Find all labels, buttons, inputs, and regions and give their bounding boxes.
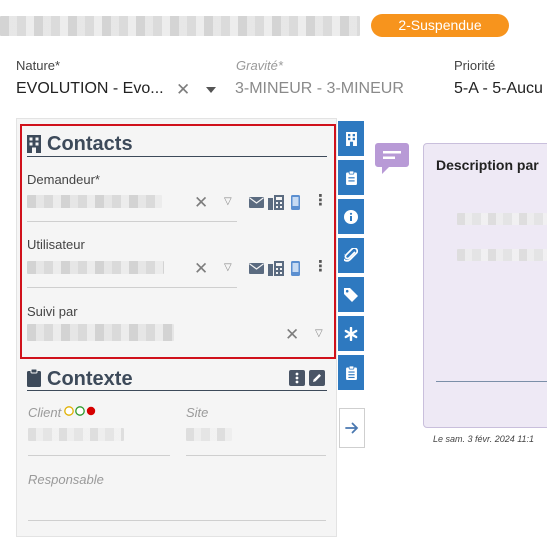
description-timestamp: Le sam. 3 févr. 2024 11:1 (433, 434, 535, 444)
responsable-label: Responsable (28, 472, 104, 487)
expand-panel-button[interactable] (339, 408, 365, 448)
info-icon (344, 209, 358, 224)
client-label: Client (28, 405, 62, 420)
responsable-underline (28, 520, 326, 521)
nature-caret-icon[interactable] (206, 87, 216, 93)
site-label: Site (186, 405, 209, 420)
priorite-label: Priorité (454, 58, 496, 73)
description-title: Description par (436, 157, 539, 173)
nature-label: Nature* (16, 58, 61, 73)
client-value-blurred[interactable] (28, 428, 124, 441)
tab-tags[interactable] (338, 277, 364, 313)
note-icon[interactable] (375, 143, 409, 175)
description-divider (436, 381, 547, 382)
paperclip-icon (344, 248, 358, 262)
clipboard-icon (27, 369, 41, 387)
nature-value[interactable]: EVOLUTION - Evo... (16, 80, 164, 98)
site-underline (186, 455, 326, 456)
clipboard-icon (345, 170, 357, 185)
tab-clipboard[interactable] (338, 160, 364, 196)
asterisk-icon (344, 326, 358, 341)
tab-info[interactable] (338, 199, 364, 235)
gravite-label: Gravité* (236, 58, 283, 73)
ticket-title-blurred (0, 16, 360, 36)
status-badge[interactable]: 2-Suspendue (371, 14, 509, 37)
tab-attachments[interactable] (338, 238, 364, 274)
description-text-blurred-1 (457, 213, 547, 225)
contacts-highlight-frame (20, 124, 336, 359)
client-underline (28, 455, 170, 456)
nature-clear-icon[interactable]: ✕ (176, 81, 190, 98)
arrow-right-icon (345, 422, 359, 434)
tab-company[interactable] (338, 121, 364, 157)
traffic-light-icon (64, 406, 96, 416)
vertical-tab-bar (338, 121, 364, 391)
description-text-blurred-2 (457, 249, 547, 261)
tab-checklist[interactable] (338, 355, 364, 391)
kebab-icon[interactable] (289, 370, 305, 386)
priorite-value[interactable]: 5-A - 5-Aucu (454, 80, 543, 98)
gravite-value: 3-MINEUR - 3-MINEUR (235, 80, 404, 97)
clipboard-list-icon (345, 365, 357, 380)
tag-icon (344, 287, 358, 302)
contexte-title: Contexte (47, 368, 133, 390)
description-panel (423, 143, 547, 428)
edit-icon[interactable] (309, 370, 325, 386)
site-value-blurred[interactable] (186, 428, 232, 441)
contexte-divider (27, 390, 327, 391)
building-icon (345, 131, 357, 146)
tab-required[interactable] (338, 316, 364, 352)
